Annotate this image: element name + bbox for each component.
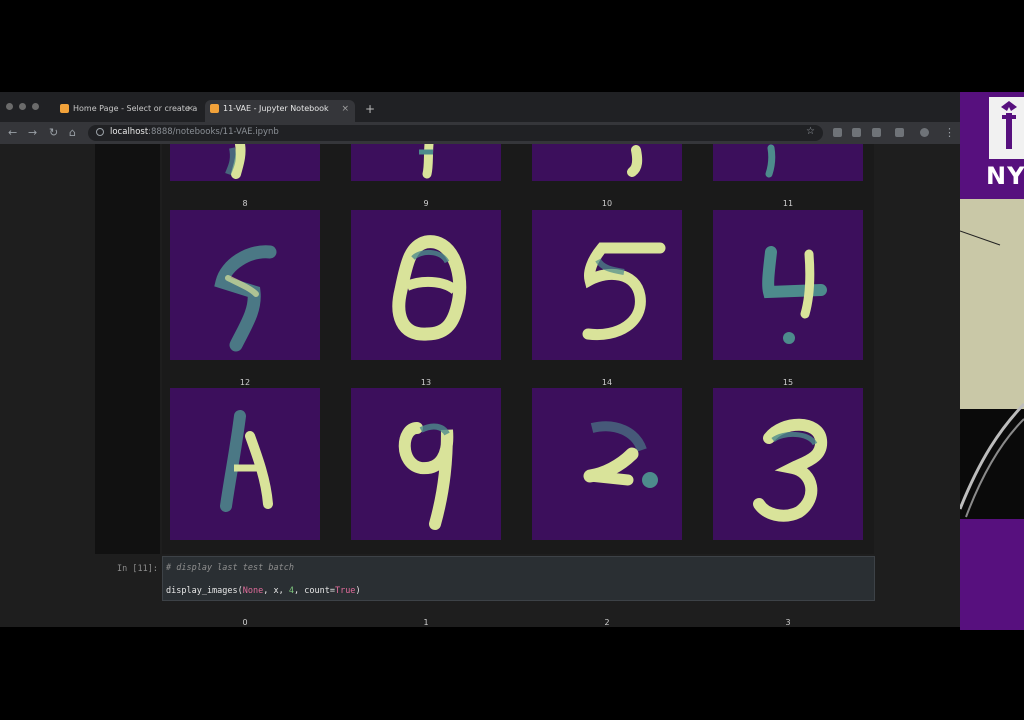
extension-icon[interactable] — [833, 128, 842, 137]
output-label: 1 — [423, 618, 429, 627]
extension-icon[interactable] — [852, 128, 861, 137]
presenter-video — [960, 199, 1024, 519]
close-tab-icon[interactable]: × — [186, 100, 194, 118]
digit-image-4 — [170, 144, 320, 181]
image-label: 13 — [420, 378, 432, 387]
image-label: 12 — [239, 378, 251, 387]
forward-icon[interactable]: → — [28, 126, 37, 139]
new-tab-button[interactable]: + — [365, 102, 375, 116]
cell-prompt: In [11]: — [117, 564, 158, 574]
digit-image-15 — [713, 388, 863, 540]
output-label: 2 — [604, 618, 610, 627]
digit-image-13 — [351, 388, 501, 540]
digit-image-11 — [713, 210, 863, 360]
tab-11-vae[interactable]: 11-VAE - Jupyter Notebook × — [205, 100, 355, 122]
code-line: display_images(None, x, 4, count=True) — [166, 586, 361, 596]
output-label: 0 — [242, 618, 248, 627]
jupyter-favicon-icon — [60, 104, 69, 113]
menu-icon[interactable]: ⋮ — [944, 126, 955, 139]
digit-image-7 — [713, 144, 863, 181]
url-text: localhost:8888/notebooks/11-VAE.ipynb — [110, 127, 279, 137]
code-cell[interactable]: # display last test batch display_images… — [162, 556, 875, 601]
browser-window: Home Page - Select or create a × 11-VAE … — [0, 92, 960, 627]
image-label: 8 — [242, 199, 248, 208]
image-label: 9 — [423, 199, 429, 208]
digit-image-6 — [532, 144, 682, 181]
digit-image-5 — [351, 144, 501, 181]
image-label: 10 — [601, 199, 613, 208]
digit-image-14 — [532, 388, 682, 540]
code-comment: # display last test batch — [166, 563, 294, 573]
bookmark-star-icon[interactable]: ☆ — [806, 126, 815, 137]
digit-image-10 — [532, 210, 682, 360]
tab-title: Home Page - Select or create a — [73, 104, 198, 113]
address-bar[interactable]: localhost:8888/notebooks/11-VAE.ipynb ☆ — [88, 125, 823, 141]
image-label: 14 — [601, 378, 613, 387]
digit-image-9 — [351, 210, 501, 360]
back-icon[interactable]: ← — [8, 126, 17, 139]
profile-icon[interactable] — [920, 128, 929, 137]
window-maximize-dot[interactable] — [32, 103, 39, 110]
output-label: 3 — [785, 618, 791, 627]
browser-toolbar: ← → ↻ ⌂ localhost:8888/notebooks/11-VAE.… — [0, 122, 960, 144]
reload-icon[interactable]: ↻ — [49, 126, 58, 139]
window-close-dot[interactable] — [6, 103, 13, 110]
image-label: 15 — [782, 378, 794, 387]
tab-bar: Home Page - Select or create a × 11-VAE … — [0, 92, 960, 122]
close-tab-icon[interactable]: × — [341, 100, 349, 118]
extension-icon[interactable] — [895, 128, 904, 137]
tab-home-page[interactable]: Home Page - Select or create a × — [55, 100, 200, 122]
home-icon[interactable]: ⌂ — [69, 126, 76, 139]
digit-image-8 — [170, 210, 320, 360]
nyu-sidebar: NY — [960, 92, 1024, 630]
image-label: 11 — [782, 199, 794, 208]
notebook-left-gutter — [95, 144, 160, 554]
digit-image-12 — [170, 388, 320, 540]
notebook-area: 8 9 10 11 12 13 14 15 In [11]: # display… — [0, 144, 960, 627]
info-icon[interactable] — [96, 128, 104, 136]
extension-icon[interactable] — [872, 128, 881, 137]
jupyter-favicon-icon — [210, 104, 219, 113]
tab-title: 11-VAE - Jupyter Notebook — [223, 104, 329, 113]
nyu-logo-text: NY — [986, 162, 1024, 190]
nyu-torch-logo — [989, 97, 1024, 159]
window-minimize-dot[interactable] — [19, 103, 26, 110]
